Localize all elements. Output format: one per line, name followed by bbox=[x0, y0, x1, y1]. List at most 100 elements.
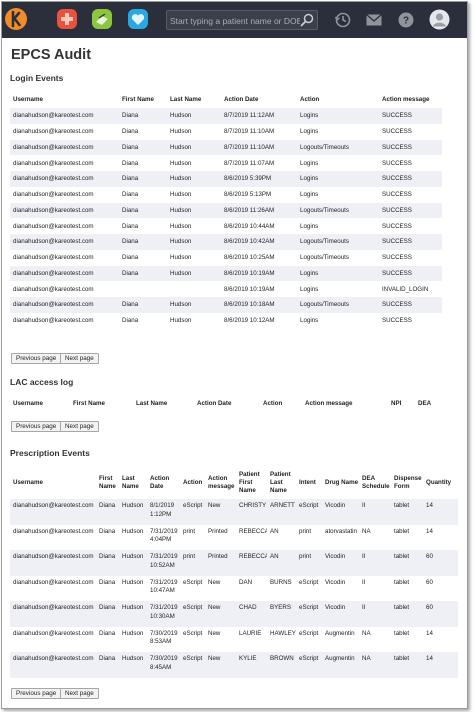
cell-dea-schedule: II bbox=[359, 601, 391, 627]
cell-username: dianahudson@kareotest.com bbox=[10, 186, 119, 203]
cell-intent: print bbox=[296, 550, 322, 576]
cell-first-name: Diana bbox=[119, 218, 167, 234]
cell-patient-last-name: BURNS bbox=[267, 575, 296, 601]
cell-action: Logins bbox=[297, 108, 379, 124]
column-header-dea: DEA bbox=[418, 399, 432, 407]
cell-action-date: 8/6/2019 10:44AM bbox=[221, 218, 297, 234]
search-icon[interactable] bbox=[300, 13, 314, 32]
rx-next-page-button[interactable]: Next page bbox=[60, 688, 99, 699]
column-header-patient-first-name: Patient First Name bbox=[239, 471, 260, 494]
cell-action-message: INVALID_LOGIN bbox=[379, 281, 442, 297]
cell-patient-first-name: CHRISTY bbox=[236, 499, 267, 525]
prescription-event-row: dianahudson@kareotest.com Diana Hudson 7/31… bbox=[10, 575, 458, 601]
cell-intent: eScript bbox=[296, 601, 322, 627]
cell-first-name: Diana bbox=[119, 108, 167, 124]
cell-action-message: SUCCESS bbox=[379, 297, 442, 313]
login-previous-page-button[interactable]: Previous page bbox=[11, 353, 62, 364]
cell-action-message: SUCCESS bbox=[379, 234, 442, 250]
help-icon[interactable]: ? bbox=[397, 11, 415, 29]
prescription-event-row: dianahudson@kareotest.com Diana Hudson 7/31… bbox=[10, 550, 458, 576]
medical-cross-icon[interactable] bbox=[55, 7, 79, 31]
column-header-action-message: Action message bbox=[208, 475, 235, 490]
cell-intent: eScript bbox=[296, 499, 322, 525]
prescription-event-row: dianahudson@kareotest.com Diana Hudson 8/1/… bbox=[10, 499, 458, 525]
column-header-action: Action bbox=[183, 479, 203, 486]
cell-dispense-form: tablet bbox=[391, 575, 423, 601]
cell-first-name: Diana bbox=[119, 265, 167, 282]
history-icon[interactable] bbox=[334, 11, 352, 29]
cell-action: Logins bbox=[297, 171, 379, 187]
cell-action-date: 7/31/2019 10:52AM bbox=[147, 550, 180, 576]
cell-last-name: Hudson bbox=[167, 139, 221, 156]
cell-dispense-form: tablet bbox=[391, 550, 423, 576]
cell-action-date: 8/6/2019 10:42AM bbox=[221, 234, 297, 250]
cell-action-message: SUCCESS bbox=[379, 171, 442, 187]
cell-action-date: 7/30/2019 8:53AM bbox=[147, 626, 180, 652]
column-header-username: Username bbox=[13, 479, 43, 486]
cell-action-message: SUCCESS bbox=[379, 249, 442, 266]
table-header-row: Username First Name Last Name Action Date Ac… bbox=[10, 467, 458, 499]
column-header-npi: NPI bbox=[391, 399, 402, 407]
column-header-username: Username bbox=[13, 399, 43, 407]
cell-last-name: Hudson bbox=[167, 108, 221, 124]
login-next-page-button[interactable]: Next page bbox=[60, 353, 99, 364]
cell-first-name: Diana bbox=[119, 123, 167, 140]
column-header-action: Action bbox=[300, 96, 320, 103]
cell-last-name: Hudson bbox=[119, 652, 147, 678]
lac-next-page-button[interactable]: Next page bbox=[60, 421, 99, 432]
column-header-action-date: Action Date bbox=[224, 96, 259, 103]
cell-quantity: 14 bbox=[423, 652, 458, 678]
cell-action: Logins bbox=[297, 218, 379, 234]
cell-action-message: SUCCESS bbox=[379, 108, 442, 124]
column-header-quantity: Quantity bbox=[426, 479, 452, 486]
cell-dea-schedule: II bbox=[359, 575, 391, 601]
login-event-row: dianahudson@kareotest.com 8/6/2019 10:19A… bbox=[10, 281, 442, 297]
cell-username: dianahudson@kareotest.com bbox=[10, 281, 119, 297]
login-event-row: dianahudson@kareotest.com Diana Hudson 8/6/… bbox=[10, 202, 442, 219]
cell-action: eScript bbox=[180, 626, 205, 652]
cell-last-name: Hudson bbox=[167, 249, 221, 266]
lac-previous-page-button[interactable]: Previous page bbox=[11, 421, 62, 432]
cell-action: eScript bbox=[180, 601, 205, 627]
cell-action: Logins bbox=[297, 312, 379, 329]
cell-last-name: Hudson bbox=[119, 601, 147, 627]
cell-patient-last-name: AN bbox=[267, 550, 296, 576]
cell-first-name: Diana bbox=[96, 652, 119, 678]
cell-quantity: 60 bbox=[423, 601, 458, 627]
column-header-patient-last-name: Patient Last Name bbox=[270, 471, 291, 494]
prescription-event-row: dianahudson@kareotest.com Diana Hudson 7/30… bbox=[10, 652, 458, 678]
login-event-row: dianahudson@kareotest.com Diana Hudson 8/7/… bbox=[10, 108, 442, 124]
cell-action: Logins bbox=[297, 186, 379, 203]
cell-action: Logouts/Timeouts bbox=[297, 249, 379, 266]
cell-patient-first-name: LAURIE bbox=[236, 626, 267, 652]
cell-action-date: 8/7/2019 11:12AM bbox=[221, 108, 297, 124]
patient-search-box[interactable] bbox=[166, 10, 318, 30]
cell-patient-last-name: HAWLEY bbox=[267, 626, 296, 652]
cell-action: Logouts/Timeouts bbox=[297, 139, 379, 156]
cell-drug-name: Vicodin bbox=[322, 499, 359, 525]
cell-last-name: Hudson bbox=[167, 202, 221, 219]
heart-icon[interactable] bbox=[126, 7, 150, 31]
user-avatar-icon[interactable] bbox=[429, 9, 450, 30]
cell-username: dianahudson@kareotest.com bbox=[10, 550, 96, 576]
cell-drug-name: Augmentin bbox=[322, 652, 359, 678]
cell-dea-schedule: NA bbox=[359, 626, 391, 652]
cell-first-name: Diana bbox=[96, 499, 119, 525]
patient-search-input[interactable] bbox=[170, 13, 300, 28]
cell-action: Logouts/Timeouts bbox=[297, 202, 379, 219]
cell-last-name: Hudson bbox=[119, 524, 147, 550]
mail-icon[interactable] bbox=[365, 11, 383, 29]
cell-drug-name: atorvastatin bbox=[322, 524, 359, 550]
kareo-logo-icon[interactable] bbox=[4, 7, 28, 31]
cell-action-date: 8/7/2019 11:10AM bbox=[221, 139, 297, 156]
cell-patient-first-name: REBECCA bbox=[236, 524, 267, 550]
rx-previous-page-button[interactable]: Previous page bbox=[11, 688, 62, 699]
login-event-row: dianahudson@kareotest.com Diana Hudson 8/6/… bbox=[10, 265, 442, 282]
cell-action-date: 7/30/2019 8:45AM bbox=[147, 652, 180, 678]
billing-icon[interactable] bbox=[90, 7, 114, 31]
cell-intent: print bbox=[296, 524, 322, 550]
cell-patient-first-name: CHAD bbox=[236, 601, 267, 627]
cell-last-name: Hudson bbox=[119, 626, 147, 652]
prescription-event-row: dianahudson@kareotest.com Diana Hudson 7/31… bbox=[10, 524, 458, 550]
cell-action-date: 8/6/2019 11:26AM bbox=[221, 202, 297, 219]
